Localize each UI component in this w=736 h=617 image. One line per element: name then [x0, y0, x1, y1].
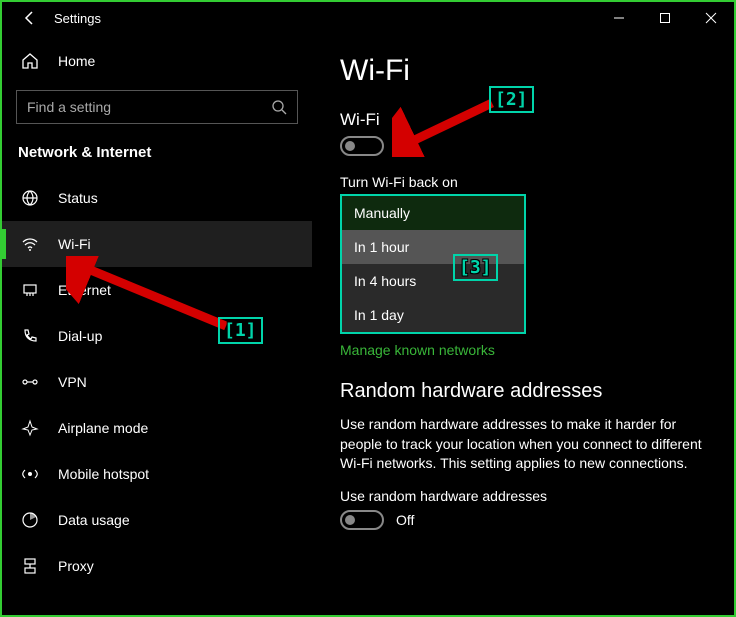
sidebar-item-proxy[interactable]: Proxy — [2, 543, 312, 589]
nav-label: Data usage — [58, 512, 130, 528]
phone-icon — [20, 326, 40, 346]
nav-label: Airplane mode — [58, 420, 148, 436]
sidebar-category: Network & Internet — [2, 138, 312, 175]
ethernet-icon — [20, 280, 40, 300]
sidebar-home[interactable]: Home — [2, 40, 312, 82]
dropdown-option-1day[interactable]: In 1 day — [342, 298, 524, 332]
window-title: Settings — [50, 11, 101, 26]
home-icon — [20, 51, 40, 71]
manage-known-networks-link[interactable]: Manage known networks — [340, 342, 706, 358]
search-placeholder: Find a setting — [27, 99, 271, 115]
wifi-icon — [20, 234, 40, 254]
annotation-arrow-2 — [392, 97, 502, 157]
dropdown-option-manually[interactable]: Manually — [342, 196, 524, 230]
nav-label: Wi-Fi — [58, 236, 91, 252]
hotspot-icon — [20, 464, 40, 484]
annotation-label-2: [2] — [489, 86, 534, 113]
search-input[interactable]: Find a setting — [16, 90, 298, 124]
data-icon — [20, 510, 40, 530]
home-label: Home — [58, 53, 95, 69]
nav-label: Mobile hotspot — [58, 466, 149, 482]
sidebar-item-datausage[interactable]: Data usage — [2, 497, 312, 543]
titlebar: Settings — [2, 2, 734, 34]
close-button[interactable] — [688, 2, 734, 34]
turn-back-label: Turn Wi-Fi back on — [340, 174, 706, 190]
sidebar-item-status[interactable]: Status — [2, 175, 312, 221]
sidebar-item-vpn[interactable]: VPN — [2, 359, 312, 405]
random-addresses-heading: Random hardware addresses — [340, 380, 706, 403]
nav-label: Status — [58, 190, 98, 206]
annotation-arrow-1 — [66, 256, 236, 334]
annotation-label-1: [1] — [218, 317, 263, 344]
annotation-label-3: [3] — [453, 254, 498, 281]
vpn-icon — [20, 372, 40, 392]
random-addresses-description: Use random hardware addresses to make it… — [340, 415, 706, 474]
random-addresses-toggle[interactable] — [340, 510, 384, 530]
content-area: Wi-Fi Wi-Fi Off Turn Wi-Fi back on Manua… — [312, 34, 734, 615]
turn-back-dropdown[interactable]: Manually In 1 hour In 4 hours In 1 day — [340, 194, 526, 334]
nav-label: Proxy — [58, 558, 94, 574]
airplane-icon — [20, 418, 40, 438]
maximize-button[interactable] — [642, 2, 688, 34]
minimize-button[interactable] — [596, 2, 642, 34]
wifi-toggle[interactable] — [340, 136, 384, 156]
globe-icon — [20, 188, 40, 208]
nav-label: VPN — [58, 374, 87, 390]
proxy-icon — [20, 556, 40, 576]
sidebar-item-hotspot[interactable]: Mobile hotspot — [2, 451, 312, 497]
back-button[interactable] — [10, 2, 50, 34]
search-icon — [271, 99, 287, 115]
random-state-label: Off — [396, 512, 414, 528]
page-title: Wi-Fi — [340, 54, 706, 88]
random-toggle-label: Use random hardware addresses — [340, 488, 706, 504]
sidebar-item-airplane[interactable]: Airplane mode — [2, 405, 312, 451]
